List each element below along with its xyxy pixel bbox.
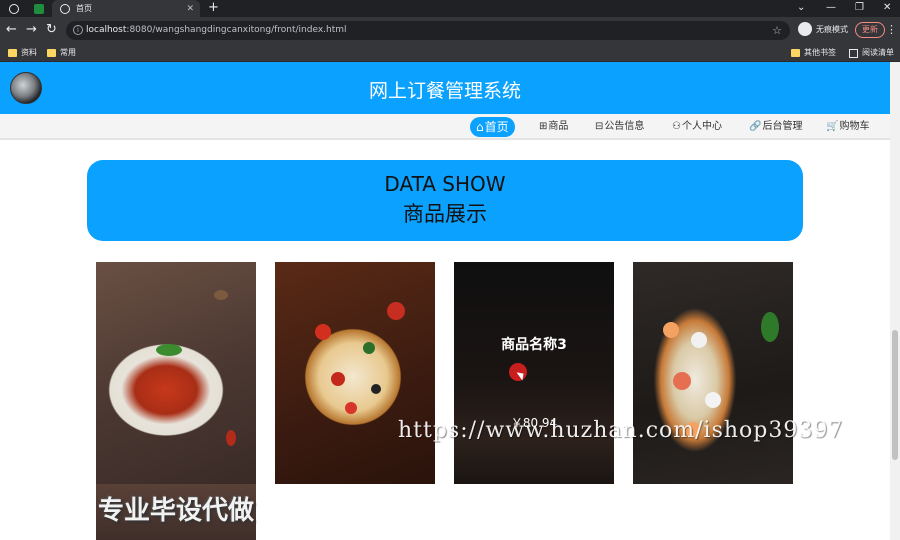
section-banner: DATA SHOW 商品展示 <box>87 160 803 241</box>
bookmarks-bar: 资料 常用 其他书签 阅读清单 <box>0 44 900 62</box>
reload-icon[interactable]: ↻ <box>46 21 57 39</box>
nav-label: 购物车 <box>839 121 870 132</box>
link-icon: 🔗 <box>749 121 762 132</box>
nav-cart[interactable]: 🛒购物车 <box>820 117 875 137</box>
product-image <box>315 324 331 340</box>
incognito-indicator[interactable]: 无痕模式 <box>798 22 848 36</box>
incognito-icon <box>798 22 812 36</box>
nav-admin[interactable]: 🔗后台管理 <box>743 117 808 137</box>
incognito-label: 无痕模式 <box>816 24 848 34</box>
nav-label: 后台管理 <box>762 121 803 132</box>
tab-globe[interactable] <box>6 0 22 17</box>
reading-list[interactable]: 阅读清单 <box>849 47 894 59</box>
reading-list-icon <box>849 48 858 58</box>
address-bar[interactable]: i localhost:8080/wangshangdingcanxitong/… <box>66 21 790 40</box>
forward-icon[interactable]: → <box>26 21 37 39</box>
scrollbar-track[interactable] <box>890 62 900 540</box>
more-menu-icon[interactable]: ⋮ <box>886 22 897 38</box>
product-image <box>673 372 691 390</box>
product-card[interactable] <box>96 262 256 484</box>
product-image <box>363 342 375 354</box>
cart-icon: 🛒 <box>826 121 839 132</box>
nav-notices[interactable]: ⊟公告信息 <box>589 117 650 137</box>
url-path: :8080/wangshangdingcanxitong/front/index… <box>126 25 347 35</box>
watermark-text: 专业毕设代做 <box>98 496 255 526</box>
update-button[interactable]: 更新 <box>855 22 885 38</box>
star-icon[interactable]: ☆ <box>772 21 782 40</box>
product-image <box>663 322 679 338</box>
sheet-icon <box>34 3 44 14</box>
product-card-hover[interactable]: 商品名称3 ￥80.94 <box>454 262 614 484</box>
product-image <box>156 344 182 356</box>
product-image <box>345 402 357 414</box>
back-icon[interactable]: ← <box>6 21 17 39</box>
site-title: 网上订餐管理系统 <box>368 80 521 102</box>
product-image <box>226 430 236 446</box>
info-icon[interactable]: i <box>73 25 83 35</box>
grid-icon: ⊞ <box>539 121 548 132</box>
user-icon: ⚇ <box>672 121 681 132</box>
product-image <box>705 392 721 408</box>
nav-label: 商品 <box>548 121 569 132</box>
home-icon: ⌂ <box>476 120 484 134</box>
nav-profile[interactable]: ⚇个人中心 <box>666 117 728 137</box>
section-title-zh: 商品展示 <box>403 202 487 226</box>
globe-icon <box>60 3 70 14</box>
tab-active[interactable]: 首页 ✕ <box>52 0 200 17</box>
url-host: localhost <box>86 25 127 35</box>
bookmark-label: 常用 <box>60 48 76 57</box>
close-icon[interactable]: ✕ <box>186 4 194 14</box>
section-title-en: DATA SHOW <box>384 172 506 196</box>
notice-icon: ⊟ <box>595 121 604 132</box>
nav-label: 个人中心 <box>681 121 722 132</box>
product-name[interactable]: 商品名称3 <box>454 334 614 354</box>
tab-title: 首页 <box>76 4 92 13</box>
new-tab-button[interactable]: + <box>208 0 219 17</box>
bookmark-folder[interactable]: 常用 <box>47 47 76 59</box>
folder-icon <box>791 49 800 57</box>
product-image <box>761 312 779 342</box>
nav-home[interactable]: ⌂首页 <box>470 117 515 137</box>
product-image <box>214 290 228 300</box>
product-image <box>331 372 345 386</box>
globe-icon <box>9 3 19 14</box>
tab-search-icon[interactable]: ⌄ <box>797 0 805 17</box>
minimize-icon[interactable]: — <box>826 0 836 17</box>
nav-label: 首页 <box>484 120 509 134</box>
site-header: 网上订餐管理系统 <box>0 62 890 114</box>
folder-icon <box>47 49 56 57</box>
product-card[interactable] <box>633 262 793 484</box>
bookmark-label: 阅读清单 <box>862 48 894 57</box>
nav-products[interactable]: ⊞商品 <box>533 117 574 137</box>
product-image <box>371 384 381 394</box>
product-card[interactable] <box>275 262 435 484</box>
nav-label: 公告信息 <box>604 121 645 132</box>
bookmark-label: 资料 <box>21 48 37 57</box>
browser-tabstrip: 首页 ✕ + ⌄ — ❐ ✕ <box>0 0 900 17</box>
tab-sheet[interactable] <box>28 0 50 17</box>
browser-toolbar: ← → ↻ i localhost:8080/wangshangdingcanx… <box>0 17 900 44</box>
folder-icon <box>8 49 17 57</box>
product-image <box>387 302 405 320</box>
close-window-icon[interactable]: ✕ <box>883 0 891 17</box>
product-image <box>691 332 707 348</box>
bookmark-label: 其他书签 <box>804 48 836 57</box>
bookmark-other[interactable]: 其他书签 <box>791 47 836 59</box>
watermark-url: https://www.huzhan.com/ishop39397 <box>398 418 844 443</box>
scrollbar-thumb[interactable] <box>892 330 898 460</box>
restore-icon[interactable]: ❐ <box>855 0 864 17</box>
main-nav: ⌂首页 ⊞商品 ⊟公告信息 ⚇个人中心 🔗后台管理 🛒购物车 <box>0 114 890 140</box>
bookmark-folder[interactable]: 资料 <box>8 47 37 59</box>
